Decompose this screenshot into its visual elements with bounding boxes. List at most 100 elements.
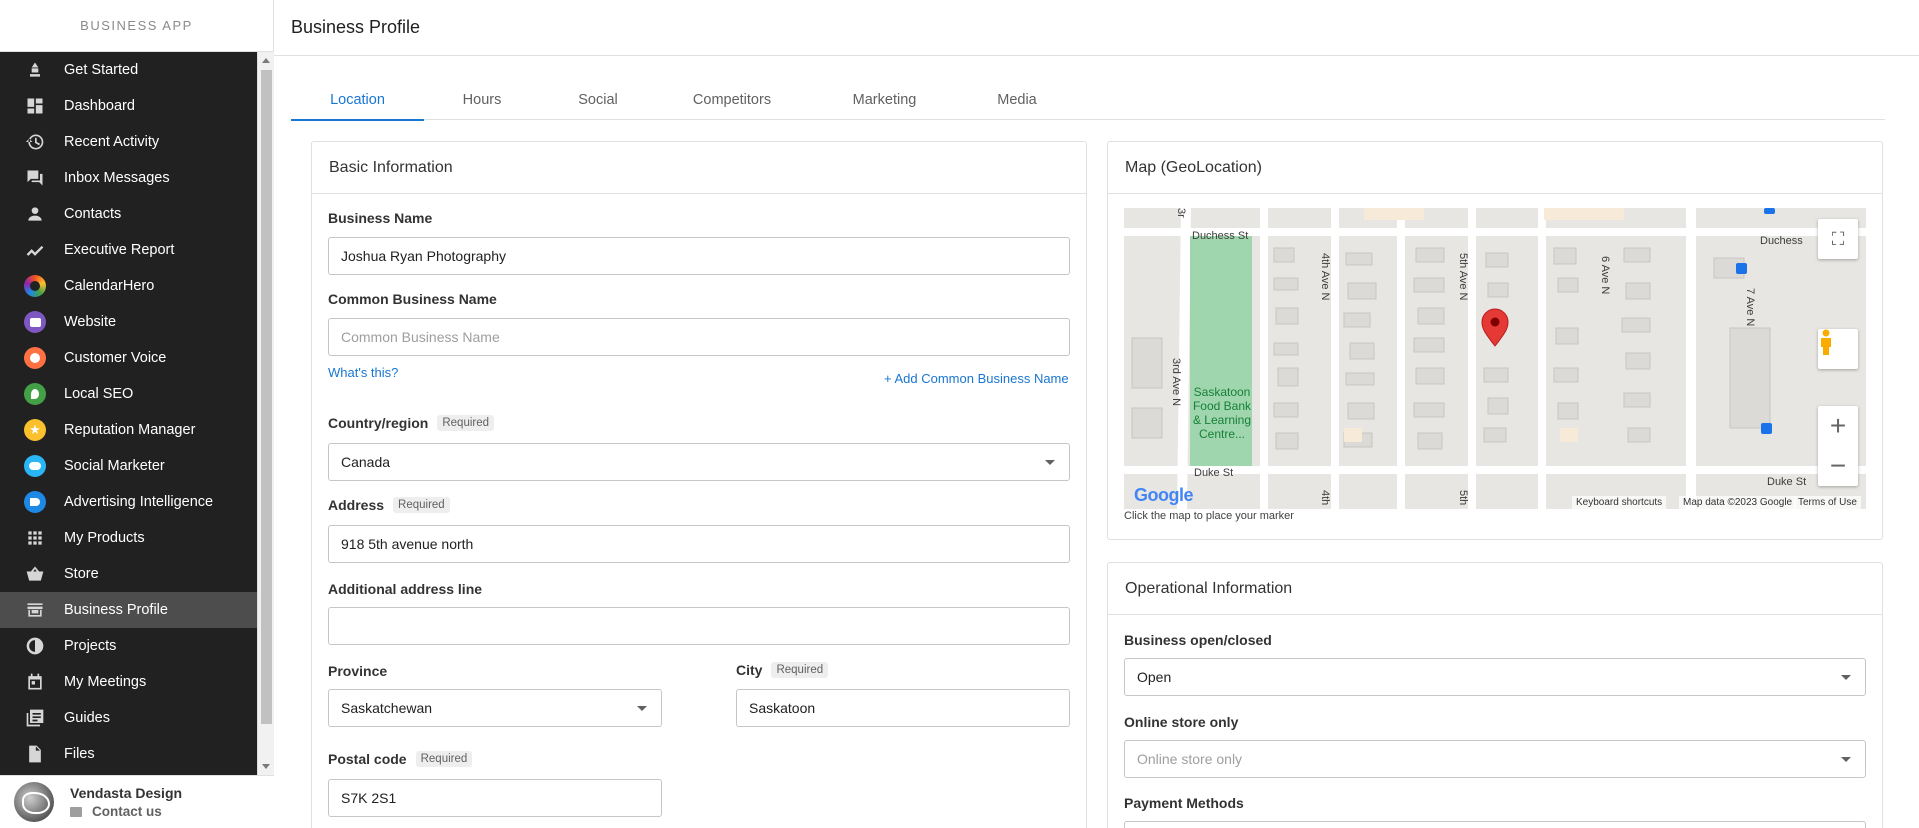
terms-of-use-link[interactable]: Terms of Use [1794, 496, 1861, 509]
contact-us-label: Contact us [92, 804, 162, 819]
sidebar: BUSINESS APP Get Started Dashboard Recen… [0, 0, 274, 828]
forum-icon [24, 167, 46, 189]
street-view-button[interactable] [1818, 329, 1858, 369]
nav-item-label: Store [64, 566, 99, 582]
google-logo: Google [1134, 485, 1194, 505]
nav-item-local-seo[interactable]: Local SEO [0, 376, 257, 412]
nav-item-files[interactable]: Files [0, 736, 257, 772]
business-open-label: Business open/closed [1124, 632, 1272, 648]
postal-code-input[interactable]: S7K 2S1 [328, 779, 662, 817]
tab-social[interactable]: Social [540, 79, 656, 120]
tab-media[interactable]: Media [961, 79, 1073, 120]
nav-item-label: Customer Voice [64, 350, 167, 366]
basic-information-title: Basic Information [312, 142, 1086, 194]
nav-item-executive-report[interactable]: Executive Report [0, 232, 257, 268]
nav-item-label: Reputation Manager [64, 422, 196, 438]
nav-item-reputation-manager[interactable]: ★ Reputation Manager [0, 412, 257, 448]
business-name-input[interactable]: Joshua Ryan Photography [328, 237, 1070, 275]
svg-text:7 Ave N: 7 Ave N [1744, 288, 1756, 326]
svg-text:& Learning: & Learning [1193, 413, 1251, 427]
nav-item-inbox-messages[interactable]: Inbox Messages [0, 160, 257, 196]
map-view[interactable]: Duchess St Duke St Duchess Duke St 4th A… [1124, 208, 1866, 509]
fullscreen-icon: ⛶ [1831, 228, 1845, 249]
svg-text:Duchess St: Duchess St [1192, 230, 1248, 242]
calendar-icon [24, 671, 46, 693]
chevron-down-icon [1841, 675, 1851, 680]
nav-item-label: Guides [64, 710, 110, 726]
nav-item-recent-activity[interactable]: Recent Activity [0, 124, 257, 160]
tab-competitors[interactable]: Competitors [656, 79, 808, 120]
contact-us-link[interactable]: Contact us [70, 804, 182, 819]
nav-item-my-products[interactable]: My Products [0, 520, 257, 556]
nav-item-get-started[interactable]: Get Started [0, 52, 257, 88]
nav-item-contacts[interactable]: Contacts [0, 196, 257, 232]
brand-name: BUSINESS APP [0, 0, 273, 52]
svg-text:5th Ave N: 5th Ave N [1457, 253, 1469, 301]
svg-text:6 Ave N: 6 Ave N [1599, 256, 1611, 294]
person-icon [24, 203, 46, 225]
nav-item-label: My Meetings [64, 674, 147, 690]
nav-item-store[interactable]: Store [0, 556, 257, 592]
zoom-in-button[interactable]: + [1830, 406, 1846, 446]
scrollbar-thumb[interactable] [261, 70, 272, 724]
svg-text:4th Ave N: 4th Ave N [1319, 253, 1331, 301]
tab-marketing[interactable]: Marketing [808, 79, 961, 120]
business-open-select[interactable]: Open [1124, 658, 1866, 696]
svg-text:5th: 5th [1457, 490, 1469, 505]
svg-text:Duchess: Duchess [1760, 235, 1803, 247]
svg-text:Food Bank: Food Bank [1193, 399, 1252, 413]
required-badge: Required [771, 662, 829, 678]
add-common-name-button[interactable]: + Add Common Business Name [884, 371, 1069, 386]
province-select[interactable]: Saskatchewan [328, 689, 662, 727]
nav-item-guides[interactable]: Guides [0, 700, 257, 736]
nav-item-website[interactable]: Website [0, 304, 257, 340]
sidebar-scrollbar[interactable] [257, 52, 274, 775]
nav-item-label: Get Started [64, 62, 139, 78]
nav-item-customer-voice[interactable]: Customer Voice [0, 340, 257, 376]
history-icon [24, 131, 46, 153]
whats-this-link[interactable]: What's this? [328, 365, 398, 380]
address-input[interactable]: 918 5th avenue north [328, 525, 1070, 563]
scroll-down-icon[interactable] [262, 764, 270, 769]
keyboard-shortcuts-link[interactable]: Keyboard shortcuts [1572, 496, 1667, 509]
svg-text:3r: 3r [1175, 208, 1187, 218]
scroll-up-icon[interactable] [262, 58, 270, 63]
basket-icon [24, 563, 46, 585]
tab-hours[interactable]: Hours [424, 79, 540, 120]
city-label: City Required [736, 662, 829, 678]
nav-item-calendarhero[interactable]: CalendarHero [0, 268, 257, 304]
social-marketer-icon [24, 455, 46, 477]
country-select[interactable]: Canada [328, 443, 1070, 481]
svg-text:Duke St: Duke St [1767, 476, 1806, 488]
city-input[interactable]: Saskatoon [736, 689, 1070, 727]
common-name-input[interactable]: Common Business Name [328, 318, 1070, 356]
library-icon [24, 707, 46, 729]
pegman-icon [1821, 329, 1831, 355]
zoom-controls: + − [1818, 406, 1858, 486]
svg-text:Saskatoon: Saskatoon [1194, 385, 1251, 399]
tab-location[interactable]: Location [291, 79, 424, 121]
zoom-out-button[interactable]: − [1830, 446, 1846, 486]
additional-address-input[interactable] [328, 607, 1070, 645]
nav-item-social-marketer[interactable]: Social Marketer [0, 448, 257, 484]
nav-item-projects[interactable]: Projects [0, 628, 257, 664]
calendarhero-icon [24, 275, 46, 297]
online-store-select[interactable]: Online store only [1124, 740, 1866, 778]
apps-grid-icon [24, 527, 46, 549]
fullscreen-button[interactable]: ⛶ [1818, 219, 1858, 259]
map-title: Map (GeoLocation) [1108, 142, 1882, 194]
nav-item-dashboard[interactable]: Dashboard [0, 88, 257, 124]
payment-methods-select[interactable] [1124, 821, 1866, 828]
additional-address-label: Additional address line [328, 581, 483, 597]
nav-item-my-meetings[interactable]: My Meetings [0, 664, 257, 700]
nav-item-label: Files [64, 746, 95, 762]
rocket-icon [24, 59, 46, 81]
nav-item-advertising-intelligence[interactable]: Advertising Intelligence [0, 484, 257, 520]
address-label: Address Required [328, 497, 450, 513]
avatar[interactable] [14, 782, 54, 822]
trending-line-icon [24, 239, 46, 261]
nav-item-business-profile[interactable]: Business Profile [0, 592, 257, 628]
local-seo-icon [24, 383, 46, 405]
svg-text:3rd Ave N: 3rd Ave N [1170, 358, 1182, 406]
star-icon: ★ [24, 419, 46, 441]
